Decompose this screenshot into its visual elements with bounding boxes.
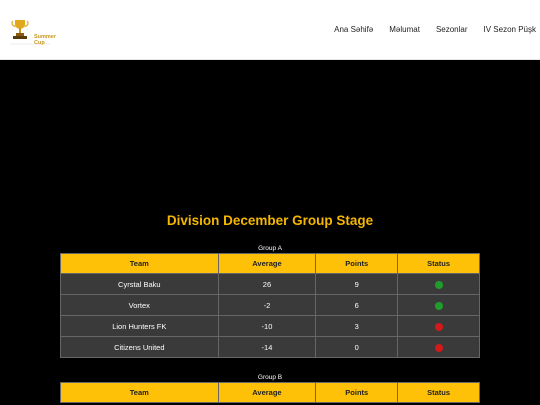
status-qualified-icon xyxy=(434,280,443,289)
average-cell: 26 xyxy=(217,273,317,295)
table-row: Citizens United -14 0 xyxy=(60,336,480,358)
team-cell: Lion Hunters FK xyxy=(60,315,219,337)
nav-season-draw[interactable]: IV Sezon Püşk xyxy=(484,25,536,34)
status-cell xyxy=(397,336,480,358)
group-b-caption: Group B xyxy=(257,374,283,381)
page-title: Division December Group Stage xyxy=(166,213,374,228)
column-header-average[interactable]: Average xyxy=(217,382,317,403)
logo-text: Summer Cup xyxy=(34,34,56,46)
table-row: Lion Hunters FK -10 3 xyxy=(60,315,480,337)
status-cell xyxy=(397,315,480,337)
column-header-team[interactable]: Team xyxy=(60,253,219,274)
average-cell: -14 xyxy=(217,336,317,358)
status-eliminated-icon xyxy=(434,343,443,352)
main-nav: Ana Səhifə Məlumat Sezonlar IV Sezon Püş… xyxy=(318,25,536,34)
logo-line-2: Cup xyxy=(34,40,45,46)
column-header-status[interactable]: Status xyxy=(397,253,480,274)
nav-home[interactable]: Ana Səhifə xyxy=(334,25,373,34)
table-row: Cyrstal Baku 26 9 xyxy=(60,273,480,295)
points-cell: 0 xyxy=(315,336,399,358)
column-header-points[interactable]: Points xyxy=(315,253,399,274)
points-cell: 9 xyxy=(315,273,399,295)
team-cell: Cyrstal Baku xyxy=(60,273,219,295)
points-cell: 6 xyxy=(315,294,399,316)
table-header-row: Team Average Points Status xyxy=(60,253,480,274)
average-cell: -10 xyxy=(217,315,317,337)
points-cell: 3 xyxy=(315,315,399,337)
column-header-average[interactable]: Average xyxy=(217,253,317,274)
status-qualified-icon xyxy=(434,301,443,310)
summer-cup-logo[interactable]: Summer Cup xyxy=(8,14,56,50)
status-eliminated-icon xyxy=(434,322,443,331)
column-header-points[interactable]: Points xyxy=(315,382,399,403)
average-cell: -2 xyxy=(217,294,317,316)
nav-info[interactable]: Məlumat xyxy=(389,25,420,34)
column-header-team[interactable]: Team xyxy=(60,382,219,403)
group-a-table: Team Average Points Status Cyrstal Baku … xyxy=(60,253,480,358)
table-header-row: Team Average Points Status xyxy=(60,382,480,403)
team-cell: Citizens United xyxy=(60,336,219,358)
table-row: Vortex -2 6 xyxy=(60,294,480,316)
team-cell: Vortex xyxy=(60,294,219,316)
nav-seasons[interactable]: Sezonlar xyxy=(436,25,468,34)
column-header-status[interactable]: Status xyxy=(397,382,480,403)
status-cell xyxy=(397,294,480,316)
group-a-caption: Group A xyxy=(258,245,282,252)
site-header: Summer Cup Ana Səhifə Məlumat Sezonlar I… xyxy=(0,0,540,60)
group-b-table: Team Average Points Status xyxy=(60,382,480,403)
status-cell xyxy=(397,273,480,295)
